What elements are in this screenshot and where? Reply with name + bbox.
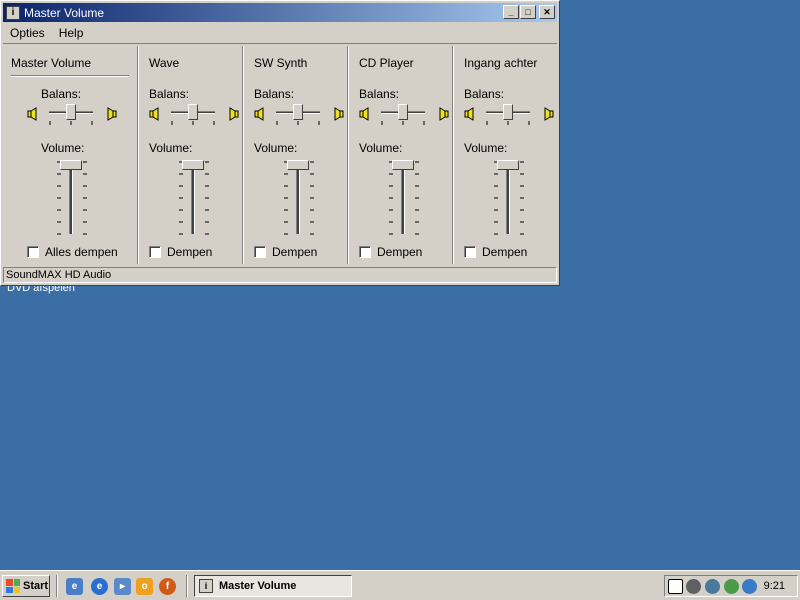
maximize-button[interactable]: □: [520, 5, 536, 19]
volume-app-icon: i: [6, 5, 20, 20]
master-volume-window: i Master Volume _ □ ✕ Opties Help Master…: [0, 0, 560, 286]
volume-slider-thumb[interactable]: [287, 160, 309, 170]
speaker-right-icon: [227, 107, 239, 121]
channel-title: Master Volume: [11, 56, 92, 70]
volume-slider-thumb[interactable]: [60, 160, 82, 170]
speaker-left-icon: [27, 107, 39, 121]
show-desktop-icon[interactable]: e: [66, 578, 83, 595]
balance-label: Balans:: [149, 87, 190, 101]
volume-label: Volume:: [149, 141, 193, 155]
volume-slider[interactable]: [176, 160, 212, 236]
balance-slider[interactable]: [486, 104, 530, 126]
volume-label: Volume:: [359, 141, 403, 155]
balance-slider-thumb[interactable]: [293, 104, 303, 120]
clock[interactable]: 9:21: [764, 580, 785, 592]
task-label: Master Volume: [219, 580, 297, 592]
volume-slider-thumb[interactable]: [497, 160, 519, 170]
mute-label: Dempen: [167, 245, 213, 259]
mute-label: Alles dempen: [45, 245, 118, 259]
task-button-master-volume[interactable]: i Master Volume: [194, 575, 352, 597]
minimize-button[interactable]: _: [503, 5, 519, 19]
internet-explorer-icon[interactable]: e: [91, 578, 108, 595]
channel-master-volume: Master Volume Balans: Volume: Alles demp…: [3, 46, 139, 266]
balance-label: Balans:: [254, 87, 295, 101]
mixer-panel: Master Volume Balans: Volume: Alles demp…: [3, 43, 557, 265]
channel-separator: [242, 46, 244, 264]
speaker-right-icon: [437, 107, 449, 121]
channel-ingang-achter: Ingang achter Balans: Volume: Dempen: [456, 46, 557, 266]
channel-title: SW Synth: [254, 56, 308, 70]
balance-slider-thumb[interactable]: [398, 104, 408, 120]
speaker-right-icon: [542, 107, 554, 121]
menu-opties[interactable]: Opties: [3, 26, 52, 40]
channel-separator: [452, 46, 454, 264]
speaker-left-icon: [254, 107, 266, 121]
volume-slider[interactable]: [281, 160, 317, 236]
media-player-icon[interactable]: ▸: [114, 578, 131, 595]
volume-slider[interactable]: [386, 160, 422, 236]
balance-slider-thumb[interactable]: [503, 104, 513, 120]
wireless-icon[interactable]: [742, 579, 757, 594]
volume-label: Volume:: [41, 141, 85, 155]
channel-wave: Wave Balans: Volume: Dempen: [141, 46, 244, 266]
speaker-right-icon: [332, 107, 344, 121]
speaker-left-icon: [359, 107, 371, 121]
help-icon[interactable]: [668, 579, 683, 594]
volume-label: Volume:: [254, 141, 298, 155]
volume-app-icon: i: [199, 579, 213, 593]
channel-title: CD Player: [359, 56, 414, 70]
title-bar[interactable]: i Master Volume _ □ ✕: [3, 3, 557, 22]
firefox-icon[interactable]: f: [159, 578, 176, 595]
channel-cd-player: CD Player Balans: Volume: Dempen: [351, 46, 454, 266]
volume-slider-thumb[interactable]: [392, 160, 414, 170]
close-button[interactable]: ✕: [539, 5, 555, 19]
speaker-right-icon: [105, 107, 117, 121]
channel-separator: [347, 46, 349, 264]
mute-checkbox[interactable]: [359, 246, 371, 258]
menu-help[interactable]: Help: [52, 26, 91, 40]
speaker-left-icon: [149, 107, 161, 121]
channel-separator: [137, 46, 139, 264]
windows-logo-icon: [6, 579, 20, 593]
mute-checkbox[interactable]: [27, 246, 39, 258]
taskbar-separator: [56, 575, 58, 597]
mute-checkbox[interactable]: [254, 246, 266, 258]
balance-slider[interactable]: [276, 104, 320, 126]
menu-bar: Opties Help: [3, 23, 90, 42]
mute-checkbox[interactable]: [149, 246, 161, 258]
speaker-left-icon: [464, 107, 476, 121]
volume-slider-thumb[interactable]: [182, 160, 204, 170]
taskbar: Start e e ▸ o f i Master Volume 9:21: [0, 570, 800, 600]
taskbar-separator: [186, 575, 188, 597]
status-bar: SoundMAX HD Audio: [3, 267, 557, 283]
mute-label: Dempen: [272, 245, 318, 259]
balance-label: Balans:: [41, 87, 82, 101]
title-divider: [11, 75, 129, 77]
balance-slider[interactable]: [381, 104, 425, 126]
balance-label: Balans:: [359, 87, 400, 101]
mute-label: Dempen: [482, 245, 528, 259]
channel-sw-synth: SW Synth Balans: Volume: Dempen: [246, 46, 349, 266]
channel-title: Wave: [149, 56, 180, 70]
outlook-icon[interactable]: o: [136, 578, 153, 595]
window-title: Master Volume: [24, 5, 105, 20]
balance-label: Balans:: [464, 87, 505, 101]
volume-slider[interactable]: [491, 160, 527, 236]
balance-slider-thumb[interactable]: [66, 104, 76, 120]
balance-slider[interactable]: [171, 104, 215, 126]
balance-slider[interactable]: [49, 104, 93, 126]
volume-slider[interactable]: [54, 160, 90, 236]
mute-checkbox[interactable]: [464, 246, 476, 258]
start-label: Start: [23, 580, 49, 592]
speaker-tray-icon[interactable]: [686, 579, 701, 594]
start-button[interactable]: Start: [2, 575, 50, 597]
volume-label: Volume:: [464, 141, 508, 155]
channel-title: Ingang achter: [464, 56, 538, 70]
system-tray: 9:21: [664, 575, 798, 597]
mute-label: Dempen: [377, 245, 423, 259]
security-icon[interactable]: [724, 579, 739, 594]
network-icon[interactable]: [705, 579, 720, 594]
balance-slider-thumb[interactable]: [188, 104, 198, 120]
